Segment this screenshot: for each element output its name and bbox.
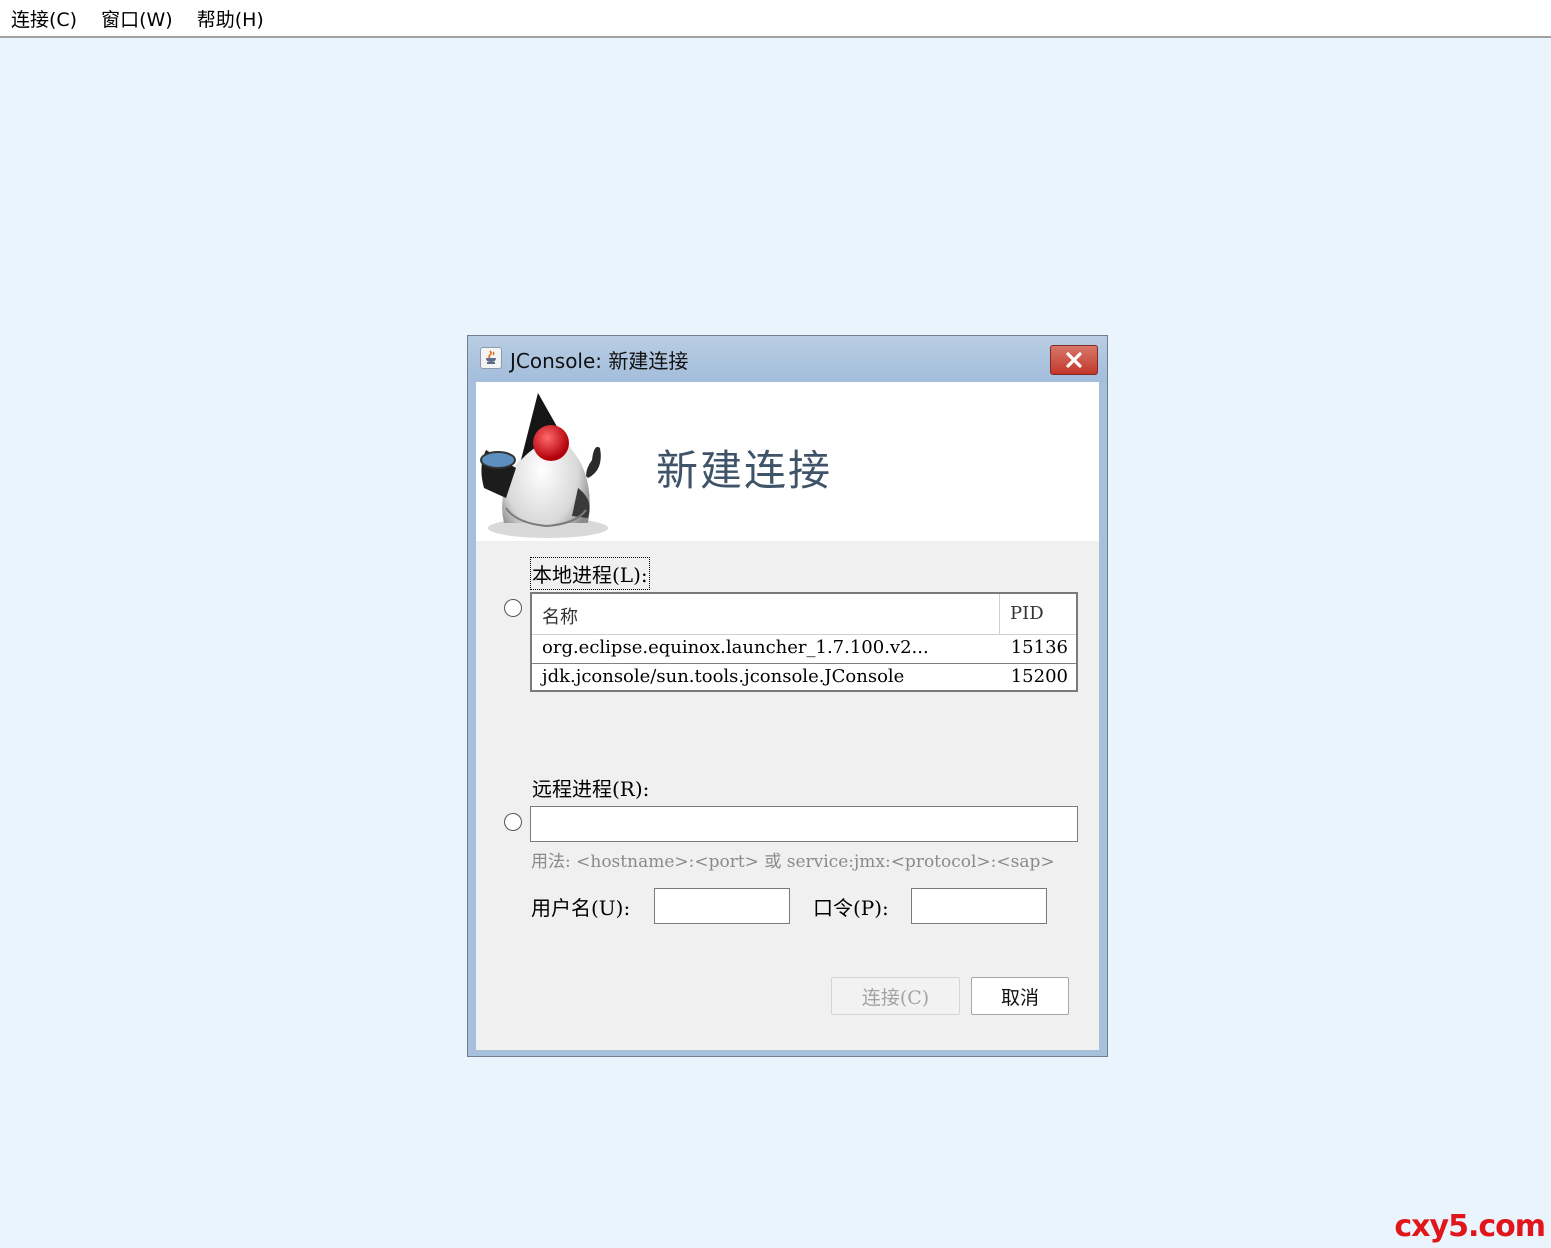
menu-window[interactable]: 窗口(W) [101, 5, 173, 32]
dialog-title: JConsole: 新建连接 [510, 349, 689, 373]
table-header: 名称 PID [532, 594, 1076, 635]
menu-connect[interactable]: 连接(C) [11, 5, 77, 32]
java-coffee-icon [480, 347, 502, 369]
remote-process-label[interactable]: 远程进程(R): [532, 773, 649, 802]
column-header-pid[interactable]: PID [1010, 603, 1044, 624]
header-title: 新建连接 [656, 446, 833, 495]
local-process-label[interactable]: 本地进程(L): [530, 557, 650, 590]
password-input[interactable] [911, 888, 1047, 924]
close-button[interactable] [1050, 345, 1098, 375]
watermark-logo: cxy5.com [1394, 1209, 1546, 1244]
table-row[interactable]: jdk.jconsole/sun.tools.jconsole.JConsole… [532, 663, 1076, 692]
password-label: 口令(P): [813, 896, 889, 920]
remote-process-radio[interactable] [504, 813, 522, 831]
new-connection-dialog: JConsole: 新建连接 新建连接 本地进程(L): 名称 PID org.… [467, 335, 1108, 1057]
column-header-name[interactable]: 名称 [542, 603, 578, 629]
menu-help[interactable]: 帮助(H) [197, 5, 264, 32]
connect-button[interactable]: 连接(C) [831, 977, 960, 1015]
username-input[interactable] [654, 888, 790, 924]
dialog-client: 新建连接 本地进程(L): 名称 PID org.eclipse.equinox… [476, 382, 1099, 1050]
column-divider[interactable] [999, 594, 1000, 634]
process-pid: 15200 [1010, 666, 1068, 687]
process-pid: 15136 [1010, 637, 1068, 658]
process-name: jdk.jconsole/sun.tools.jconsole.JConsole [542, 666, 905, 687]
cancel-button[interactable]: 取消 [971, 977, 1069, 1015]
local-process-radio[interactable] [504, 599, 522, 617]
close-icon [1066, 352, 1082, 368]
username-label: 用户名(U): [531, 896, 631, 920]
menu-bar: 连接(C) 窗口(W) 帮助(H) [0, 0, 1551, 38]
duke-mascot-icon [480, 393, 608, 538]
remote-usage-hint: 用法: <hostname>:<port> 或 service:jmx:<pro… [531, 852, 1055, 872]
dialog-title-bar[interactable]: JConsole: 新建连接 [468, 336, 1107, 382]
table-row[interactable]: org.eclipse.equinox.launcher_1.7.100.v2.… [532, 635, 1076, 663]
process-name: org.eclipse.equinox.launcher_1.7.100.v2.… [542, 637, 929, 658]
remote-process-input[interactable] [530, 806, 1078, 842]
local-process-table: 名称 PID org.eclipse.equinox.launcher_1.7.… [530, 592, 1078, 692]
dialog-header: 新建连接 [476, 382, 1099, 541]
